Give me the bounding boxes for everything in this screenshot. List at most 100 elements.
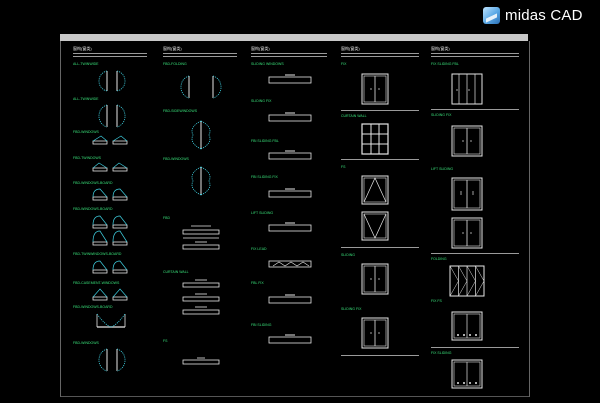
symbol-label: FBD-TWINWINDOWS-BOARD [73,252,122,256]
divider [341,110,419,111]
fixed-window-elevation [451,311,483,341]
divider [341,159,419,160]
folding-door-symbol [191,166,211,196]
symbol-label: FBD-WINDOWS [73,341,99,345]
symbol-label: FBD-SIDEWINDOWS [163,109,198,113]
brand-name: midas CAD [505,6,583,24]
symbol-label: SLIDING FIX [251,99,272,103]
symbol-column-4: 窗构(窗类) FIX CURTAIN WALL FS SLIDING SLIDI… [337,41,421,397]
folding-door-symbol [191,120,211,150]
casement-window-symbol [92,288,128,301]
symbol-label: FS [163,339,168,343]
divider [341,355,419,356]
symbol-label: LIFT SLIDING [251,211,274,215]
symbol-label: LIFT SLIDING [431,167,454,171]
folding-window-elevation [449,265,485,297]
symbol-label: FBD-WINDOWS [163,157,189,161]
column-title: 窗构(窗类) [73,46,92,51]
sliding-window-symbol [268,150,312,160]
symbol-label: CURTAIN WALL [341,114,367,118]
tilt-window-elevation [361,175,389,205]
divider [431,53,519,54]
lift-sliding-symbol [268,260,312,268]
symbol-label: FBD-FOLDING [163,62,187,66]
door-swing-symbol [180,75,222,99]
casement-window-symbol [92,260,128,274]
sliding-window-symbol [268,74,312,84]
symbol-label: FOLDING [431,257,447,261]
window-tilt-symbol [92,162,128,172]
sliding-window-symbol [268,188,312,198]
divider [341,56,419,57]
sliding-window-elevation [361,73,389,105]
sliding-window-symbol [268,222,312,232]
divider [431,56,519,57]
symbol-label: FBD-TWINDOWS [73,156,101,160]
symbol-label: SLIDING FIX [431,113,452,117]
cad-window-titlebar[interactable] [60,34,528,41]
symbol-label: FBD-WINDOWS-BOARD [73,305,113,309]
symbol-label: CURTAIN WALL [163,270,189,274]
divider [431,253,519,254]
symbol-label: SLIDING FIX [341,307,362,311]
divider [341,247,419,248]
window-tilt-symbol [92,135,128,145]
column-title: 窗构(窗类) [163,46,182,51]
tilt-window-elevation [361,211,389,241]
casement-window-symbol [92,188,128,201]
casement-window-symbol [92,230,128,246]
symbol-label: FIX [341,62,347,66]
divider [163,56,237,57]
symbol-label: ALL-TWINWIDE [73,97,99,101]
sliding-window-elevation [451,125,483,157]
divider [251,56,327,57]
divider [341,53,419,54]
symbol-label: FIX SLIDING FBL [431,62,459,66]
sliding-window-symbol [268,294,312,304]
symbol-label: SLIDING [341,253,356,257]
symbol-label: FBL FIX [251,281,264,285]
symbol-label: FIX LEAD [251,247,267,251]
symbol-label: FBD-WINDOWS-BOARD [73,181,113,185]
symbol-label: FBI SLIDING FBL [251,139,279,143]
symbol-label: FBI SLIDING [251,323,272,327]
column-title: 窗构(窗类) [251,46,270,51]
window-plan-symbol [182,306,220,315]
divider [251,53,327,54]
sliding-window-elevation [361,263,389,295]
sliding-window-symbol [268,112,312,122]
column-title: 窗构(窗类) [341,46,360,51]
window-plan-symbol [182,241,220,250]
symbol-label: SLIDING WINDOWS [251,62,284,66]
cad-drawing-canvas[interactable]: 窗构(窗类) ALL-TWINWIDE ALL-TWINWIDE FBD-WIN… [60,41,530,397]
sliding-window-elevation [451,217,483,249]
window-plan-symbol [182,357,220,365]
divider [163,53,237,54]
window-plan-symbol [182,279,220,288]
symbol-label: FIX FS [431,299,442,303]
symbol-label: FBD-CASEMENT-WINDOWS [73,281,120,285]
midas-logo-icon [483,6,500,24]
symbol-column-5: 窗构(窗类) FIX SLIDING FBL SLIDING FIX LIFT … [427,41,523,397]
symbol-label: FBD-WINDOWS [73,130,99,134]
symbol-column-1: 窗构(窗类) ALL-TWINWIDE ALL-TWINWIDE FBD-WIN… [69,41,149,397]
symbol-column-2: 窗构(窗类) FBD-FOLDING FBD-SIDEWINDOWS FBD-W… [159,41,239,397]
symbol-label: FBD [163,216,170,220]
lift-sliding-elevation [451,177,483,211]
symbol-column-3: 窗构(窗类) SLIDING WINDOWS SLIDING FIX FBI S… [247,41,329,397]
sliding-window-symbol [268,334,312,344]
curtain-wall-elevation [361,123,389,155]
sliding-window-elevation [361,317,389,349]
door-swing-symbol [98,104,126,128]
door-swing-symbol [98,348,126,372]
window-plan-symbol [182,225,220,239]
divider [73,56,147,57]
symbol-label: FIX SLIDING [431,351,452,355]
symbol-label: ALL-TWINWIDE [73,62,99,66]
symbol-label: FBI SLIDING FIX [251,175,278,179]
door-swing-symbol [98,70,126,92]
symbol-label: FS [341,165,346,169]
divider [431,347,519,348]
column-title: 窗构(窗类) [431,46,450,51]
divider [73,53,147,54]
